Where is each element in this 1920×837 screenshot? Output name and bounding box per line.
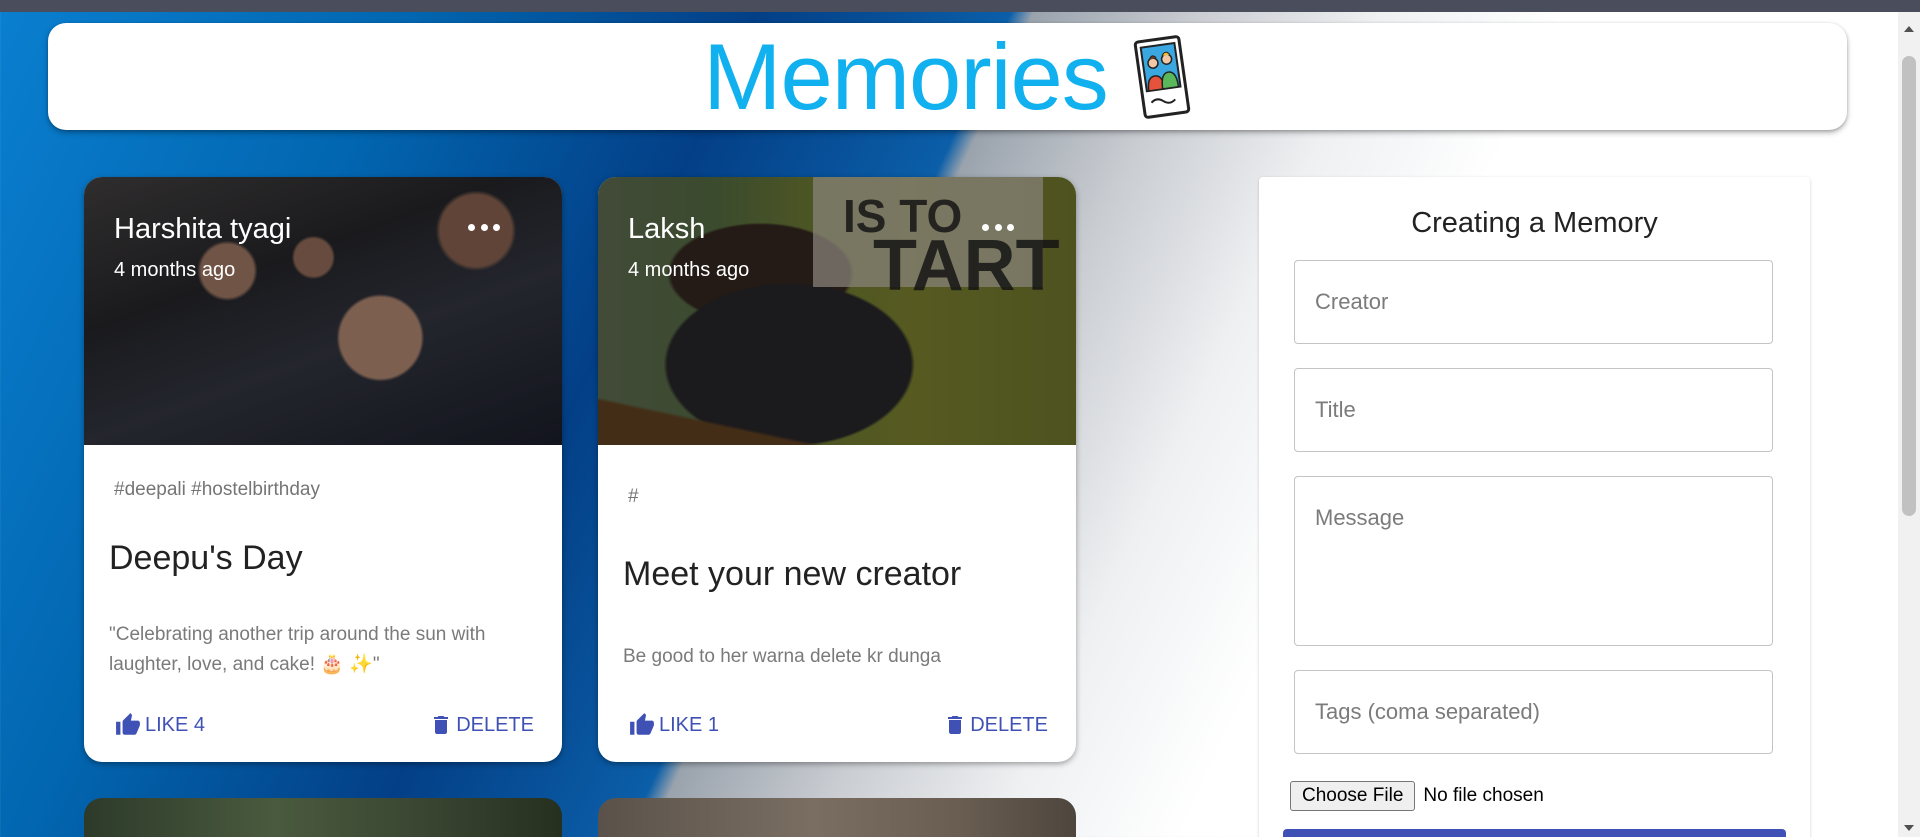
card-title: Deepu's Day bbox=[109, 539, 303, 577]
memory-card-partial[interactable] bbox=[84, 798, 562, 837]
memory-card: Harshita tyagi 4 months ago #deepali #ho… bbox=[84, 177, 562, 762]
page-scrollbar[interactable] bbox=[1898, 12, 1920, 837]
like-button[interactable]: LIKE 4 bbox=[114, 712, 205, 738]
delete-button[interactable]: DELETE bbox=[429, 712, 534, 738]
delete-button[interactable]: DELETE bbox=[943, 712, 1048, 738]
card-tags: #deepali #hostelbirthday bbox=[114, 479, 320, 500]
like-button[interactable]: LIKE 1 bbox=[628, 712, 719, 738]
memory-card-partial[interactable] bbox=[598, 798, 1076, 837]
form-heading: Creating a Memory bbox=[1411, 207, 1658, 239]
tags-field[interactable] bbox=[1294, 670, 1773, 754]
thumb-up-icon bbox=[630, 713, 654, 735]
card-tags: # bbox=[628, 486, 639, 507]
scroll-thumb[interactable] bbox=[1902, 56, 1916, 516]
card-creator: Laksh bbox=[628, 213, 706, 245]
app-title: Memories bbox=[703, 23, 1109, 129]
more-options-icon[interactable] bbox=[982, 217, 1014, 237]
thumb-up-icon bbox=[116, 713, 140, 735]
card-message: Be good to her warna delete kr dunga bbox=[623, 646, 941, 667]
file-status: No file chosen bbox=[1423, 785, 1544, 806]
like-label: LIKE 4 bbox=[145, 713, 206, 736]
submit-button[interactable] bbox=[1283, 829, 1786, 837]
card-timestamp: 4 months ago bbox=[114, 259, 236, 281]
trash-icon bbox=[948, 716, 963, 734]
file-upload: Choose File No file chosen bbox=[1290, 781, 1544, 811]
card-title: Meet your new creator bbox=[623, 555, 962, 593]
create-memory-form: Creating a Memory Choose File No file ch… bbox=[1259, 177, 1810, 837]
message-field[interactable] bbox=[1294, 476, 1773, 646]
choose-file-button[interactable]: Choose File bbox=[1290, 781, 1416, 811]
delete-label: DELETE bbox=[970, 713, 1048, 736]
scroll-down-icon[interactable] bbox=[1904, 825, 1914, 831]
more-options-icon[interactable] bbox=[468, 217, 500, 237]
app-bar: Memories bbox=[48, 23, 1847, 130]
card-message: "Celebrating another trip around the sun… bbox=[109, 624, 486, 675]
card-creator: Harshita tyagi bbox=[114, 213, 292, 245]
delete-label: DELETE bbox=[456, 713, 534, 736]
photo-memory-icon bbox=[1133, 34, 1190, 119]
card-timestamp: 4 months ago bbox=[628, 259, 750, 281]
trash-icon bbox=[434, 716, 449, 734]
card-image: IS TO TART Laksh 4 months ago bbox=[598, 177, 1076, 445]
card-image: Harshita tyagi 4 months ago bbox=[84, 177, 562, 445]
title-field[interactable] bbox=[1294, 368, 1773, 452]
scroll-up-icon[interactable] bbox=[1904, 26, 1914, 32]
creator-field[interactable] bbox=[1294, 260, 1773, 344]
memory-card: IS TO TART Laksh 4 months ago # Meet you… bbox=[598, 177, 1076, 762]
browser-top-strip bbox=[0, 0, 1920, 12]
like-label: LIKE 1 bbox=[659, 713, 720, 736]
